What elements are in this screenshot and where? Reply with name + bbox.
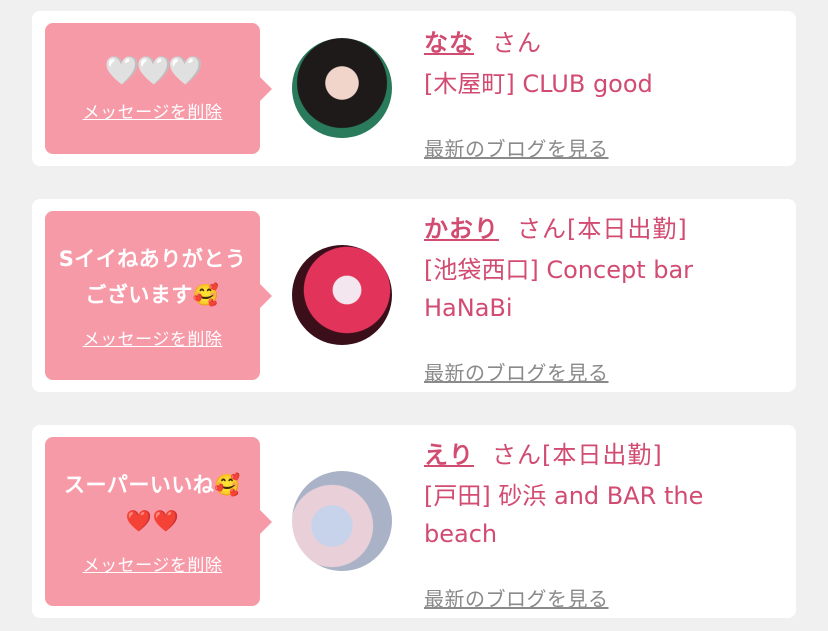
latest-blog-link[interactable]: 最新のブログを見る [424, 583, 609, 612]
latest-blog-link[interactable]: 最新のブログを見る [424, 133, 609, 162]
name-suffix: さん [492, 29, 542, 57]
avatar[interactable] [292, 38, 392, 138]
message-bubble: 🤍🤍🤍 メッセージを削除 [45, 23, 272, 154]
name-suffix: さん[本日出勤] [517, 215, 688, 243]
name-line: なな さん [424, 25, 780, 61]
shop-name: [戸田] 砂浜 and BAR the beach [424, 482, 704, 548]
message-text: 🤍🤍🤍 [104, 54, 204, 87]
message-card: スーパーいいね🥰❤️❤️ メッセージを削除 えり さん[本日出勤] [戸田] 砂浜… [32, 425, 796, 618]
message-card: Sイイねありがとうございます🥰 メッセージを削除 かおり さん[本日出勤] [池袋… [32, 199, 796, 392]
cast-name-link[interactable]: かおり [424, 215, 499, 243]
shop-name: [木屋町] CLUB good [424, 70, 653, 98]
profile-info: かおり さん[本日出勤] [池袋西口] Concept bar HaNaBi 最新… [424, 211, 780, 385]
name-line: えり さん[本日出勤] [424, 437, 780, 473]
shop-name: [池袋西口] Concept bar HaNaBi [424, 256, 694, 322]
delete-message-link[interactable]: メッセージを削除 [83, 551, 223, 576]
message-text: スーパーいいね🥰❤️❤️ [64, 473, 241, 533]
message-bubble: Sイイねありがとうございます🥰 メッセージを削除 [45, 211, 272, 380]
message-card: 🤍🤍🤍 メッセージを削除 なな さん [木屋町] CLUB good 最新のブログ… [32, 11, 796, 166]
message-bubble: スーパーいいね🥰❤️❤️ メッセージを削除 [45, 437, 272, 606]
profile-info: えり さん[本日出勤] [戸田] 砂浜 and BAR the beach 最新の… [424, 437, 780, 611]
cast-name-link[interactable]: えり [424, 441, 474, 469]
profile-info: なな さん [木屋町] CLUB good 最新のブログを見る [424, 25, 780, 161]
delete-message-link[interactable]: メッセージを削除 [83, 325, 223, 350]
cast-name-link[interactable]: なな [424, 29, 474, 57]
latest-blog-link[interactable]: 最新のブログを見る [424, 357, 609, 386]
name-suffix: さん[本日出勤] [492, 441, 663, 469]
avatar[interactable] [292, 471, 392, 571]
message-text: Sイイねありがとうございます🥰 [58, 247, 247, 307]
message-list: 🤍🤍🤍 メッセージを削除 なな さん [木屋町] CLUB good 最新のブログ… [0, 0, 828, 631]
delete-message-link[interactable]: メッセージを削除 [83, 98, 223, 123]
avatar[interactable] [292, 245, 392, 345]
name-line: かおり さん[本日出勤] [424, 211, 780, 247]
